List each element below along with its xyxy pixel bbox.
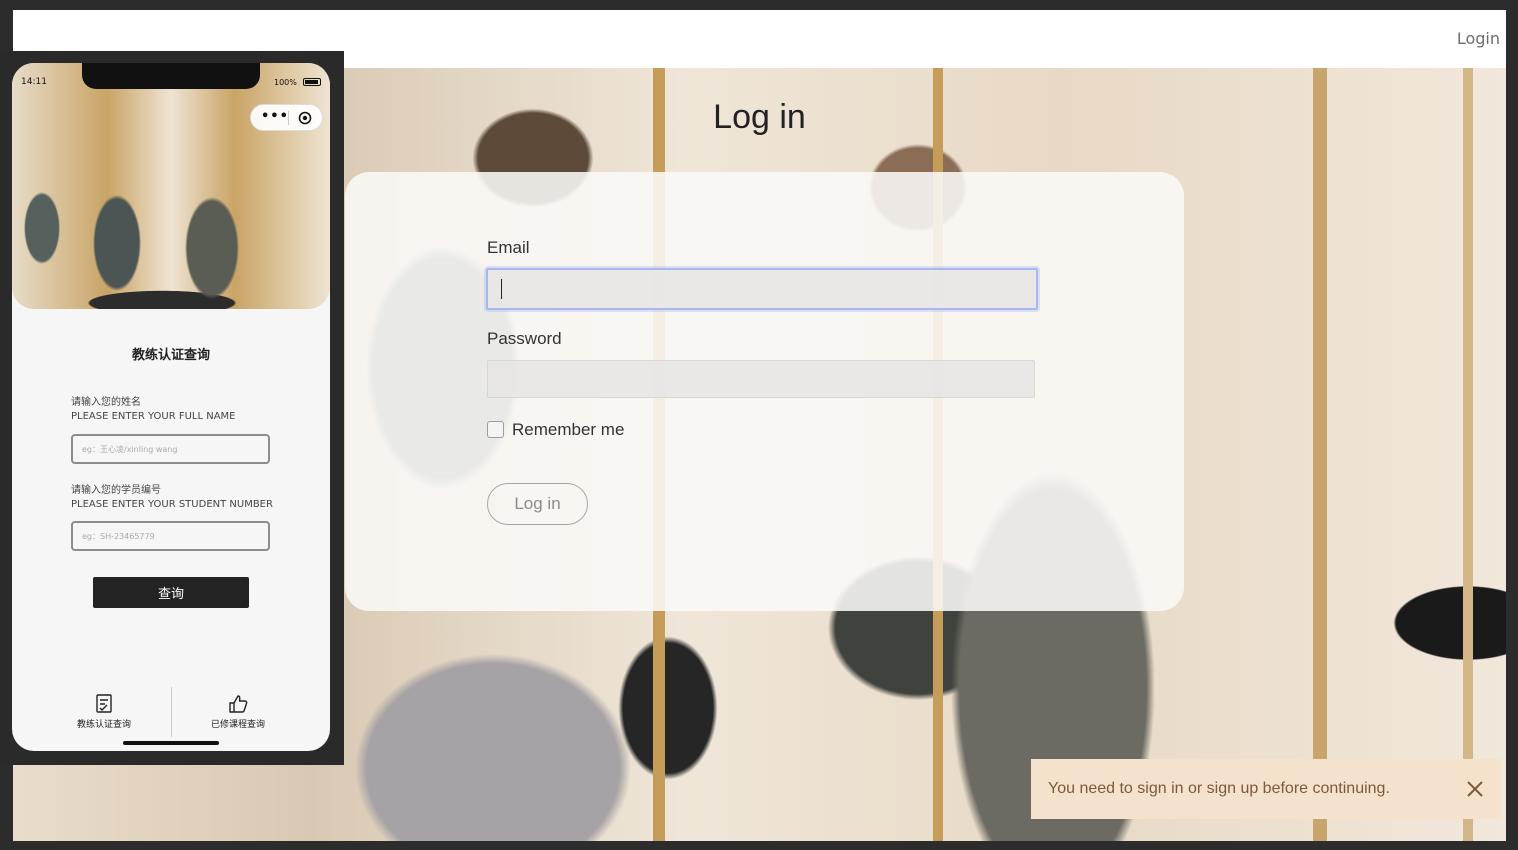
- tab-coach-certification[interactable]: 教练认证查询: [29, 693, 179, 730]
- battery-icon: [303, 78, 321, 86]
- tab-label: 已修课程查询: [210, 720, 265, 730]
- remember-me-checkbox[interactable]: [487, 421, 504, 438]
- name-placeholder: eg：王心凌/xinling wang: [82, 445, 178, 454]
- phone-notch: [82, 63, 260, 89]
- phone-screen: 14:11 100% ••• 教练认证查询 请输入您的姓名 PLEASE ENT…: [12, 63, 330, 751]
- flash-message: You need to sign in or sign up before co…: [1048, 780, 1390, 797]
- tab-label: 教练认证查询: [76, 720, 131, 730]
- mini-program-capsule: •••: [250, 104, 323, 131]
- student-label-cn: 请输入您的学员编号: [71, 485, 161, 496]
- email-field[interactable]: [486, 268, 1038, 310]
- name-label-cn: 请输入您的姓名: [71, 397, 141, 408]
- close-target-icon[interactable]: [298, 111, 312, 125]
- student-label-en: PLEASE ENTER YOUR STUDENT NUMBER: [71, 499, 273, 510]
- query-button[interactable]: 查询: [93, 577, 249, 608]
- email-label: Email: [487, 238, 530, 257]
- background-pole: [1313, 68, 1327, 841]
- thumbs-up-icon: [229, 695, 248, 713]
- flash-alert: You need to sign in or sign up before co…: [1031, 759, 1501, 819]
- name-input[interactable]: eg：王心凌/xinling wang: [71, 434, 270, 464]
- home-indicator: [123, 741, 219, 745]
- text-caret: [501, 279, 502, 299]
- phone-page-title: 教练认证查询: [131, 348, 210, 363]
- header-login-link[interactable]: Login: [1457, 29, 1500, 48]
- student-number-input[interactable]: eg：SH-23465779: [71, 521, 270, 551]
- capsule-divider: [288, 111, 289, 125]
- background-pole: [1463, 68, 1473, 841]
- more-icon[interactable]: •••: [261, 110, 289, 124]
- login-button[interactable]: Log in: [487, 483, 588, 525]
- status-time: 14:11: [21, 77, 47, 87]
- password-field[interactable]: [487, 360, 1035, 398]
- remember-me-label[interactable]: Remember me: [512, 420, 624, 440]
- certificate-icon: [96, 694, 112, 713]
- password-label: Password: [487, 329, 562, 348]
- battery-percentage: 100%: [274, 78, 297, 87]
- student-placeholder: eg：SH-23465779: [82, 532, 155, 541]
- close-icon[interactable]: [1466, 780, 1484, 798]
- name-label-en: PLEASE ENTER YOUR FULL NAME: [71, 411, 236, 422]
- tab-completed-courses[interactable]: 已修课程查询: [163, 693, 313, 730]
- phone-hero-image: [12, 63, 330, 309]
